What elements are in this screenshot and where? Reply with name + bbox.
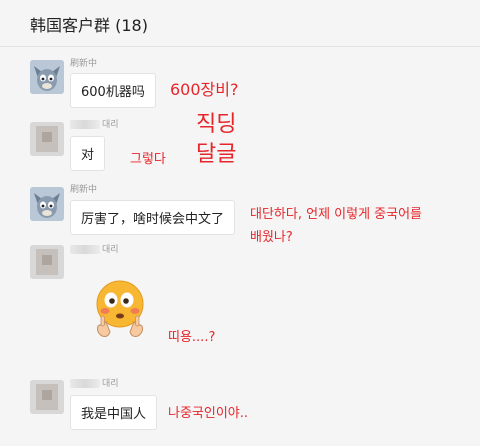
annotation-text: 띠용....? [168,330,216,345]
masked-name [70,120,100,129]
masked-name [70,379,100,388]
blurred-avatar-icon [30,380,64,414]
sender-name: 대리 [70,117,119,130]
message-bubble[interactable]: 对 [70,136,106,171]
sender-name: 대리 [70,376,119,389]
avatar-blurred[interactable] [30,380,64,414]
cat-avatar-icon [30,60,64,94]
sender-label: 대리 [102,245,119,255]
annotation-text: 대단하다, 언제 이렇게 중국어를 배웠나? [250,207,423,245]
cat-avatar-icon [30,187,64,221]
avatar-blurred[interactable] [30,122,64,156]
blurred-avatar-icon [30,245,64,279]
sender-label: 대리 [102,120,119,130]
masked-name [70,245,100,254]
annotation-text: 그렇다 [130,152,166,167]
chat-header: 韩国客户群 (18) [0,0,480,47]
avatar-cat[interactable] [30,187,64,221]
avatar-cat[interactable] [30,60,64,94]
sender-label: 대리 [102,379,119,389]
annotation-text: 600장비? [170,80,239,99]
flushed-face-sticker[interactable] [92,276,154,346]
message-bubble[interactable]: 600机器吗 [70,73,156,108]
sender-name: 刷新中 [70,59,98,69]
group-title: 韩国客户群 (18) [30,16,148,35]
message-bubble[interactable]: 我是中国人 [70,395,158,430]
message-bubble[interactable]: 厉害了，啥时候会中文了 [70,200,236,235]
annotation-large-text: 직딩 달글 [196,112,237,167]
blurred-avatar-icon [30,122,64,156]
flushed-face-emoji-icon [96,280,144,337]
sender-name: 대리 [70,242,119,255]
sender-name: 刷新中 [70,185,98,195]
avatar-blurred[interactable] [30,245,64,279]
annotation-text: 나중국인이야.. [168,406,249,421]
